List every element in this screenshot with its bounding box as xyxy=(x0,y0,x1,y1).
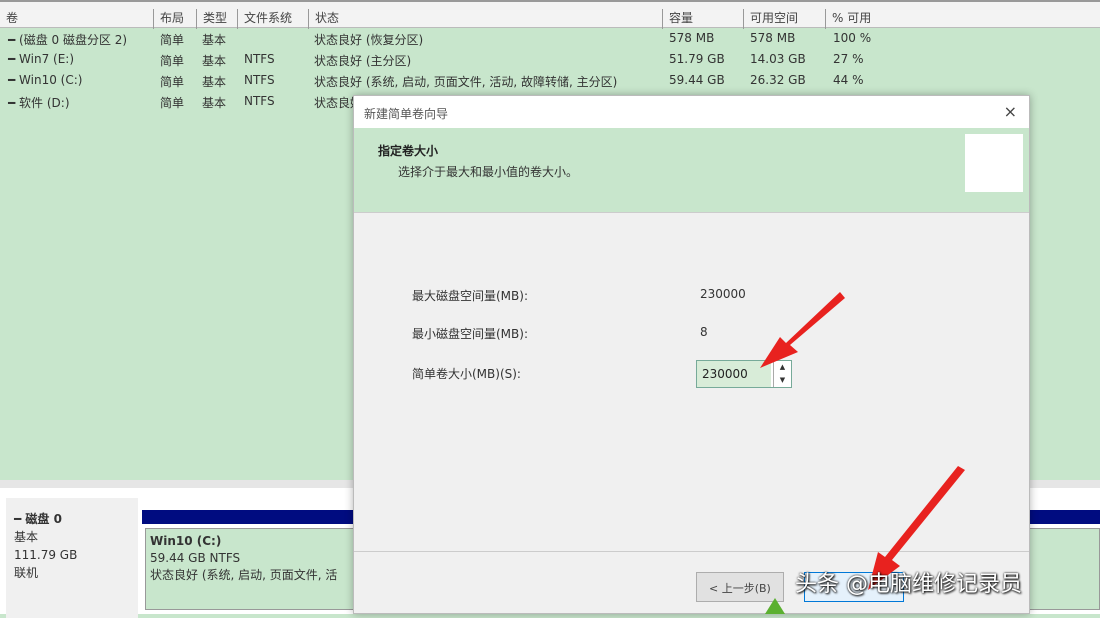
green-triangle-icon xyxy=(765,598,785,614)
annotation-arrows xyxy=(0,0,1100,614)
watermark: 头条 @电脑维修记录员 xyxy=(795,566,1022,598)
red-arrow-icon xyxy=(760,292,845,368)
